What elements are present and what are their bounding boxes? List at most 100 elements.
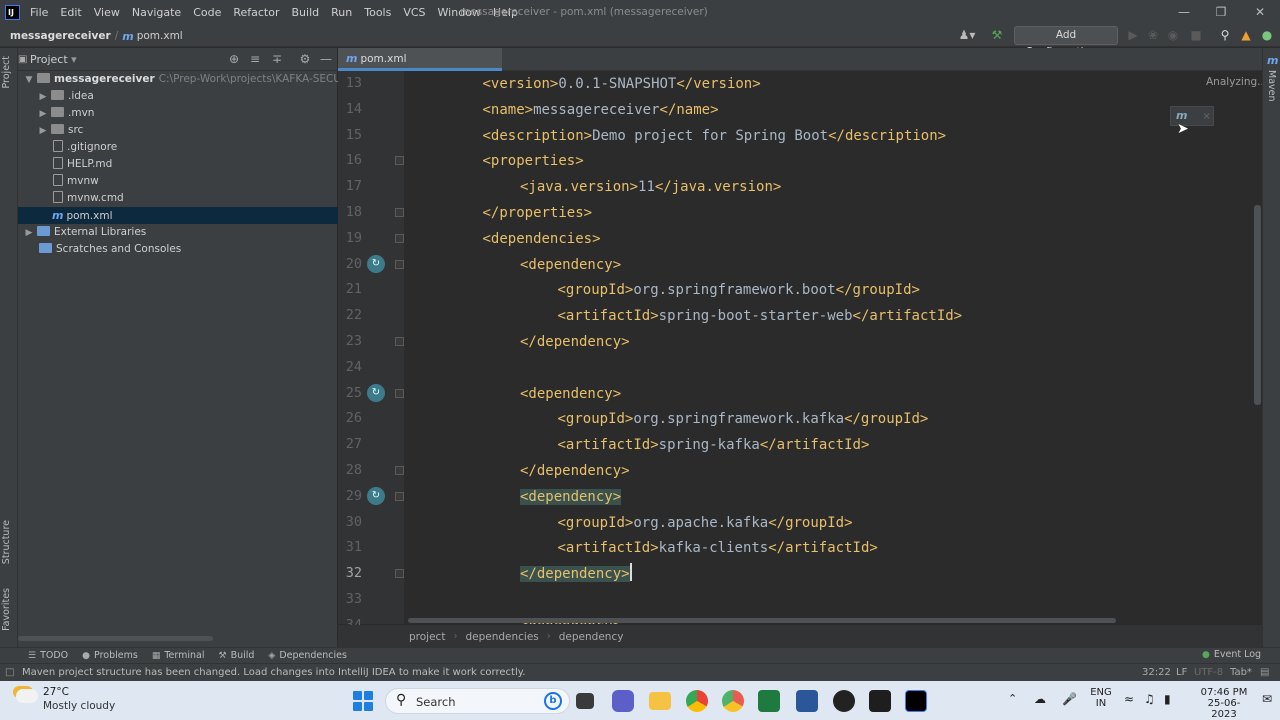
menu-view[interactable]: View (88, 0, 126, 25)
hide-panel-icon[interactable]: — (318, 51, 334, 67)
editor-horizontal-scrollbar[interactable] (408, 618, 1116, 623)
fold-marker-icon[interactable] (395, 208, 404, 217)
task-view-icon[interactable] (576, 693, 594, 709)
fold-marker-icon[interactable] (395, 466, 404, 475)
fold-marker-icon[interactable] (395, 569, 404, 579)
run-icon[interactable]: ▶ (1124, 26, 1142, 45)
close-window-icon[interactable]: ✕ (1242, 0, 1278, 25)
bing-icon[interactable]: b (544, 692, 562, 710)
code-line[interactable]: <description>Demo project for Spring Boo… (483, 123, 947, 149)
menu-edit[interactable]: Edit (54, 0, 87, 25)
code-line[interactable]: </dependency> (520, 329, 630, 355)
fold-marker-icon[interactable] (395, 491, 404, 501)
lock-icon[interactable]: ▤ (1260, 664, 1269, 682)
project-panel-scrollbar[interactable] (18, 636, 213, 641)
tree-root-messagereceiver[interactable]: ▼ messagereceiver C:\Prep-Work\projects\KA… (18, 71, 338, 88)
tab-pom-xml[interactable]: mpom.xml (messagereceiver)× (338, 48, 502, 87)
taskbar-search-box[interactable]: ⚲ Search b (385, 688, 570, 714)
crumb-dependencies[interactable]: dependencies (465, 631, 538, 643)
code-line[interactable]: <groupId>org.apache.kafka</groupId> (558, 510, 853, 536)
code-line[interactable]: <groupId>org.springframework.boot</group… (558, 277, 920, 303)
code-line[interactable]: <name>messagereceiver</name> (483, 97, 719, 123)
user-icon[interactable]: ♟▾ (955, 26, 979, 45)
menu-refactor[interactable]: Refactor (227, 0, 285, 25)
teams-chat-icon[interactable] (612, 690, 634, 712)
add-configuration-button[interactable]: Add Configuration... (1014, 26, 1118, 58)
minimize-icon[interactable]: — (1166, 0, 1202, 25)
fold-marker-icon[interactable] (395, 156, 404, 166)
coverage-icon[interactable]: ◉ (1164, 26, 1182, 45)
language-indicator[interactable]: ENG IN (1090, 687, 1112, 709)
terminal-app-icon[interactable] (869, 690, 891, 712)
dependency-update-icon[interactable]: ↻ (367, 254, 385, 273)
excel-icon[interactable] (758, 690, 780, 712)
chrome-icon[interactable] (686, 690, 708, 712)
menu-file[interactable]: File (24, 0, 54, 25)
code-line[interactable]: </properties> (483, 200, 593, 226)
plugin-icon[interactable]: ● (1258, 26, 1276, 45)
todo-tool-button[interactable]: ☰ TODO (28, 650, 68, 661)
close-popup-icon[interactable]: × (1202, 111, 1210, 122)
breadcrumb-file[interactable]: pom.xml (137, 30, 183, 42)
file-explorer-icon[interactable] (649, 692, 671, 710)
menu-build[interactable]: Build (286, 0, 326, 25)
tree-item-src[interactable]: ▶ src (18, 122, 338, 139)
code-line[interactable]: <dependency> (520, 484, 622, 510)
collapse-all-icon[interactable]: ∓ (269, 51, 285, 67)
menu-run[interactable]: Run (325, 0, 358, 25)
code-line[interactable]: <artifactId>spring-boot-starter-web</art… (558, 303, 963, 329)
microphone-icon[interactable]: 🎤 (1062, 692, 1077, 706)
file-encoding[interactable]: UTF-8 (1194, 664, 1223, 682)
tree-item-mvn[interactable]: ▶ .mvn (18, 105, 338, 122)
dependency-update-icon[interactable]: ↻ (367, 486, 385, 505)
tree-item-pom-xml[interactable]: m pom.xml (18, 207, 338, 224)
caret-position[interactable]: 32:22 (1142, 664, 1171, 682)
expand-all-icon[interactable]: ≡ (247, 51, 263, 67)
menu-tools[interactable]: Tools (358, 0, 397, 25)
menu-code[interactable]: Code (187, 0, 227, 25)
breadcrumb-project[interactable]: messagereceiver (10, 30, 111, 42)
code-line[interactable]: <java.version>11</java.version> (520, 174, 781, 200)
code-line[interactable]: <artifactId>kafka-clients</artifactId> (558, 535, 878, 561)
code-line[interactable]: <version>0.0.1-SNAPSHOT</version> (483, 71, 761, 97)
maximize-icon[interactable]: ❐ (1203, 0, 1239, 25)
dependency-update-icon[interactable]: ↻ (367, 383, 385, 402)
indent-setting[interactable]: Tab* (1230, 664, 1252, 682)
code-line[interactable]: <properties> (483, 148, 584, 174)
project-tool-tab[interactable]: Project (1, 56, 12, 89)
dependencies-tool-button[interactable]: ◈ Dependencies (268, 650, 347, 661)
build-tool-button[interactable]: ⚒ Build (218, 650, 254, 661)
code-line[interactable]: </dependency> (520, 561, 632, 587)
line-separator[interactable]: LF (1176, 664, 1187, 682)
locate-file-icon[interactable]: ⊕ (226, 51, 242, 67)
gear-icon[interactable]: ⚙ (297, 51, 313, 67)
stop-icon[interactable]: ■ (1187, 26, 1205, 45)
code-line[interactable]: <dependency> (520, 381, 621, 407)
weather-description[interactable]: Mostly cloudy (43, 700, 115, 712)
crumb-dependency[interactable]: dependency (559, 631, 624, 643)
maven-tool-tab[interactable]: Maven (1266, 70, 1277, 102)
battery-icon[interactable]: ▮ (1164, 692, 1171, 706)
wifi-icon[interactable]: ≈ (1124, 692, 1134, 706)
notification-icon[interactable]: ✉ (1262, 692, 1272, 706)
crumb-project[interactable]: project (409, 631, 445, 643)
obs-icon[interactable] (833, 690, 855, 712)
fold-marker-icon[interactable] (395, 259, 404, 269)
tree-item-external-libraries[interactable]: ▶ External Libraries (18, 224, 338, 241)
tree-item-mvnw[interactable]: mvnw (18, 173, 338, 190)
code-line[interactable]: <dependency> (520, 252, 621, 278)
menu-vcs[interactable]: VCS (397, 0, 431, 25)
build-hammer-icon[interactable]: ⚒ (988, 26, 1006, 45)
code-line[interactable]: </dependency> (520, 458, 630, 484)
problems-tool-button[interactable]: ● Problems (82, 650, 138, 661)
tree-item-idea[interactable]: ▶ .idea (18, 88, 338, 105)
code-line[interactable]: <dependencies> (483, 226, 601, 252)
intellij-taskbar-icon[interactable] (905, 690, 927, 712)
editor-vertical-scrollbar[interactable] (1254, 205, 1261, 405)
code-line[interactable]: <groupId>org.springframework.kafka</grou… (558, 406, 929, 432)
fold-marker-icon[interactable] (395, 233, 404, 243)
code-editor[interactable]: <version>0.0.1-SNAPSHOT</version> <name>m… (404, 71, 1262, 624)
status-message[interactable]: Maven project structure has been changed… (22, 664, 525, 682)
volume-icon[interactable]: ♫ (1144, 692, 1155, 706)
menu-navigate[interactable]: Navigate (126, 0, 187, 25)
